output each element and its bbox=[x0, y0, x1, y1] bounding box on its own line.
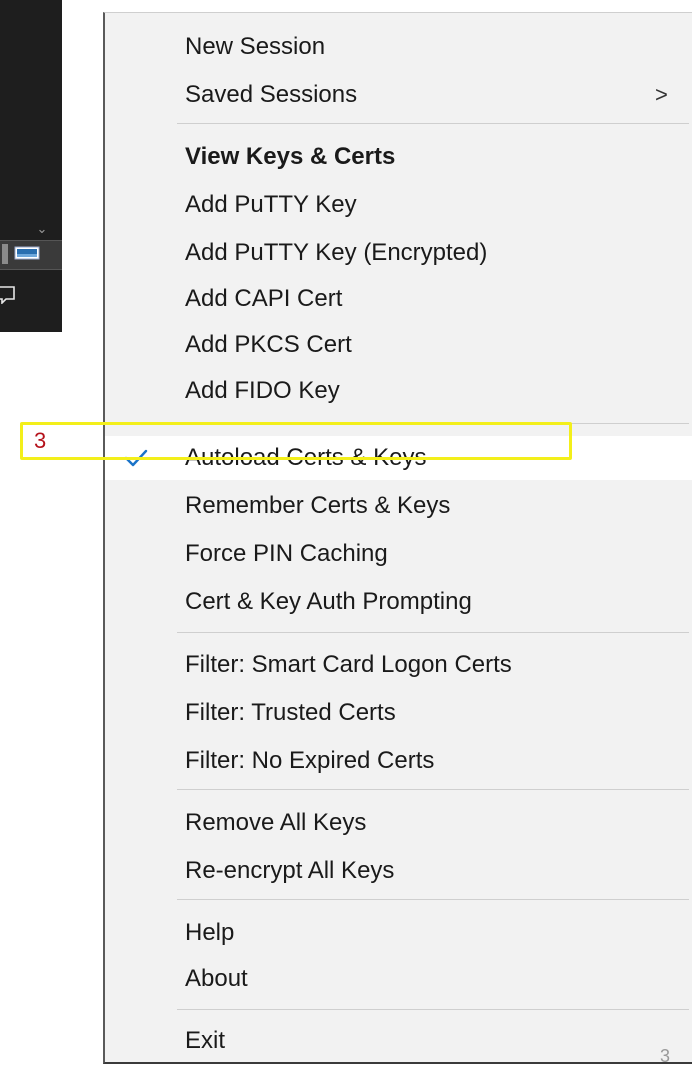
menu-item-label: View Keys & Certs bbox=[185, 143, 396, 170]
menu-item-label: New Session bbox=[185, 33, 326, 60]
notification-icon[interactable] bbox=[0, 286, 16, 304]
menu-separator bbox=[177, 123, 689, 124]
menu-item-label: Add FIDO Key bbox=[185, 377, 340, 404]
menu-item-filter-trusted[interactable]: Filter: Trusted Certs bbox=[105, 691, 692, 735]
menu-item-exit[interactable]: Exit bbox=[105, 1019, 692, 1063]
menu-separator bbox=[177, 1009, 689, 1010]
menu-separator bbox=[177, 789, 689, 790]
menu-item-label: Force PIN Caching bbox=[185, 540, 388, 567]
chevron-right-icon: > bbox=[655, 82, 668, 107]
menu-item-label: Add PuTTY Key bbox=[185, 191, 357, 218]
menu-item-new-session[interactable]: New Session bbox=[105, 25, 692, 69]
background-terminal-window: ⌄ bbox=[0, 0, 62, 332]
menu-item-remember-certs-keys[interactable]: Remember Certs & Keys bbox=[105, 484, 692, 528]
checkmark-icon bbox=[124, 449, 148, 467]
menu-item-label: Cert & Key Auth Prompting bbox=[185, 588, 472, 615]
menu-item-label: Filter: Smart Card Logon Certs bbox=[185, 651, 512, 678]
menu-item-force-pin-caching[interactable]: Force PIN Caching bbox=[105, 532, 692, 576]
menu-item-label: Help bbox=[185, 919, 235, 946]
menu-item-add-pkcs-cert[interactable]: Add PKCS Cert bbox=[105, 323, 692, 367]
menu-item-filter-smart-card[interactable]: Filter: Smart Card Logon Certs bbox=[105, 643, 692, 687]
menu-item-label: Add PKCS Cert bbox=[185, 331, 352, 358]
tray-context-menu: New Session Saved Sessions > View Keys &… bbox=[103, 12, 692, 1064]
menu-item-about[interactable]: About bbox=[105, 957, 692, 1001]
menu-item-autoload-certs-keys[interactable]: Autoload Certs & Keys bbox=[105, 436, 692, 480]
menu-item-label: Add CAPI Cert bbox=[185, 285, 343, 312]
menu-item-remove-all-keys[interactable]: Remove All Keys bbox=[105, 801, 692, 845]
menu-item-add-fido-key[interactable]: Add FIDO Key bbox=[105, 369, 692, 413]
menu-item-help[interactable]: Help bbox=[105, 911, 692, 955]
menu-item-label: Filter: No Expired Certs bbox=[185, 747, 435, 774]
menu-item-reencrypt-all-keys[interactable]: Re-encrypt All Keys bbox=[105, 849, 692, 893]
menu-item-label: Filter: Trusted Certs bbox=[185, 699, 396, 726]
menu-item-label: Autoload Certs & Keys bbox=[185, 444, 427, 471]
strip-divider bbox=[2, 244, 8, 264]
menu-item-label: About bbox=[185, 965, 248, 992]
monitor-icon[interactable] bbox=[14, 246, 40, 260]
menu-item-label: Exit bbox=[185, 1027, 226, 1054]
callout-number: 3 bbox=[34, 428, 47, 453]
menu-item-label: Remove All Keys bbox=[185, 809, 367, 836]
menu-separator bbox=[177, 423, 689, 424]
menu-item-add-putty-key[interactable]: Add PuTTY Key bbox=[105, 183, 692, 227]
menu-item-add-putty-key-encrypted[interactable]: Add PuTTY Key (Encrypted) bbox=[105, 231, 692, 275]
menu-item-add-capi-cert[interactable]: Add CAPI Cert bbox=[105, 277, 692, 321]
menu-separator bbox=[177, 632, 689, 633]
menu-item-label: Add PuTTY Key (Encrypted) bbox=[185, 239, 488, 266]
chevron-down-icon[interactable]: ⌄ bbox=[34, 222, 50, 236]
menu-item-view-keys-certs[interactable]: View Keys & Certs bbox=[105, 135, 692, 179]
menu-item-cert-key-auth-prompting[interactable]: Cert & Key Auth Prompting bbox=[105, 580, 692, 624]
menu-item-label: Remember Certs & Keys bbox=[185, 492, 451, 519]
menu-item-filter-no-expired[interactable]: Filter: No Expired Certs bbox=[105, 739, 692, 783]
menu-item-saved-sessions[interactable]: Saved Sessions > bbox=[105, 73, 692, 117]
page-number: 3 bbox=[660, 1046, 671, 1066]
menu-item-label: Saved Sessions bbox=[185, 81, 358, 108]
menu-separator bbox=[177, 899, 689, 900]
menu-item-label: Re-encrypt All Keys bbox=[185, 857, 395, 884]
